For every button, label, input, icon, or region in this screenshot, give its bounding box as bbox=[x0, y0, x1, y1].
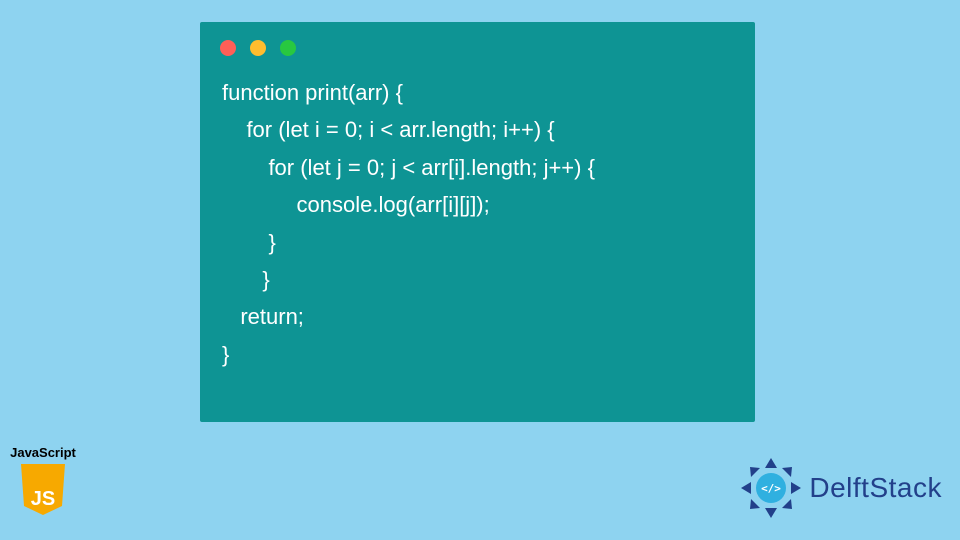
javascript-badge: JavaScript JS bbox=[0, 445, 86, 517]
delftstack-logo-icon: </> bbox=[737, 454, 805, 522]
minimize-icon bbox=[250, 40, 266, 56]
code-line: } bbox=[222, 230, 276, 255]
code-line: return; bbox=[222, 304, 304, 329]
code-line: for (let i = 0; i < arr.length; i++) { bbox=[222, 117, 555, 142]
window-controls bbox=[200, 22, 755, 64]
delftstack-brand-text: DelftStack bbox=[809, 472, 942, 504]
delftstack-brand: </> DelftStack bbox=[737, 454, 942, 522]
javascript-shield-icon: JS bbox=[19, 462, 67, 517]
javascript-label: JavaScript bbox=[0, 445, 86, 460]
code-content: function print(arr) { for (let i = 0; i … bbox=[200, 64, 755, 383]
code-line: function print(arr) { bbox=[222, 80, 403, 105]
code-line: } bbox=[222, 267, 270, 292]
code-line: console.log(arr[i][j]); bbox=[222, 192, 490, 217]
code-line: for (let j = 0; j < arr[i].length; j++) … bbox=[222, 155, 595, 180]
svg-text:</>: </> bbox=[761, 482, 781, 495]
code-line: } bbox=[222, 342, 229, 367]
code-window: function print(arr) { for (let i = 0; i … bbox=[200, 22, 755, 422]
javascript-shield-text: JS bbox=[19, 488, 67, 511]
close-icon bbox=[220, 40, 236, 56]
maximize-icon bbox=[280, 40, 296, 56]
